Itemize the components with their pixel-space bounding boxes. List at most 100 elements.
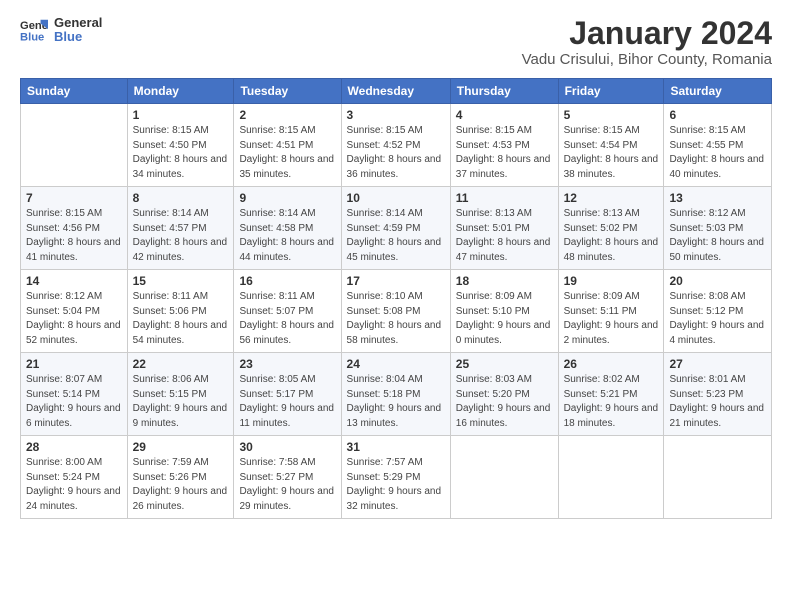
cell-week4-day4: 25Sunrise: 8:03 AM Sunset: 5:20 PM Dayli…: [450, 353, 558, 436]
cell-week5-day1: 29Sunrise: 7:59 AM Sunset: 5:26 PM Dayli…: [127, 436, 234, 519]
day-number: 28: [26, 440, 122, 454]
day-detail: Sunrise: 7:57 AM Sunset: 5:29 PM Dayligh…: [347, 456, 445, 514]
svg-text:Blue: Blue: [20, 32, 44, 44]
logo-icon: General Blue: [20, 16, 48, 44]
day-detail: Sunrise: 8:14 AM Sunset: 4:58 PM Dayligh…: [239, 207, 335, 265]
day-number: 10: [347, 191, 445, 205]
day-detail: Sunrise: 8:13 AM Sunset: 5:01 PM Dayligh…: [456, 207, 553, 265]
location-title: Vadu Crisului, Bihor County, Romania: [522, 51, 772, 68]
day-detail: Sunrise: 8:15 AM Sunset: 4:56 PM Dayligh…: [26, 207, 122, 265]
cell-week5-day4: [450, 436, 558, 519]
week-row-3: 14Sunrise: 8:12 AM Sunset: 5:04 PM Dayli…: [21, 270, 772, 353]
col-sunday: Sunday: [21, 79, 128, 104]
day-detail: Sunrise: 8:09 AM Sunset: 5:10 PM Dayligh…: [456, 290, 553, 348]
day-number: 3: [347, 108, 445, 122]
cell-week5-day0: 28 Sunrise: 8:00 AM Sunset: 5:24 PM Dayli…: [21, 436, 128, 519]
cell-week5-day5: [558, 436, 664, 519]
cell-week3-day6: 20 Sunrise: 8:08 AM Sunset: 5:12 PM Dayli…: [664, 270, 772, 353]
day-number: 19: [564, 274, 659, 288]
day-detail: Sunrise: 8:14 AM Sunset: 4:57 PM Dayligh…: [133, 207, 229, 265]
day-detail: Sunrise: 8:15 AM Sunset: 4:51 PM Dayligh…: [239, 124, 335, 182]
day-number: 2: [239, 108, 335, 122]
day-number: 21: [26, 357, 122, 371]
col-thursday: Thursday: [450, 79, 558, 104]
cell-week1-day3: 3Sunrise: 8:15 AM Sunset: 4:52 PM Daylig…: [341, 104, 450, 187]
day-number: 27: [669, 357, 766, 371]
calendar-page: General Blue General Blue January 2024 V…: [0, 0, 792, 612]
cell-week3-day1: 15 Sunrise: 8:11 AM Sunset: 5:06 PM Dayli…: [127, 270, 234, 353]
page-header: General Blue General Blue January 2024 V…: [20, 16, 772, 68]
day-detail: Sunrise: 8:11 AM Sunset: 5:06 PM Dayligh…: [133, 290, 229, 348]
day-number: 22: [133, 357, 229, 371]
cell-week1-day2: 2 Sunrise: 8:15 AM Sunset: 4:51 PM Daylig…: [234, 104, 341, 187]
day-number: 1: [133, 108, 229, 122]
logo-blue-text: Blue: [54, 30, 102, 44]
day-number: 7: [26, 191, 122, 205]
day-detail: Sunrise: 8:14 AM Sunset: 4:59 PM Dayligh…: [347, 207, 445, 265]
week-row-1: 1 Sunrise: 8:15 AM Sunset: 4:50 PM Daylig…: [21, 104, 772, 187]
col-friday: Friday: [558, 79, 664, 104]
day-number: 13: [669, 191, 766, 205]
day-detail: Sunrise: 8:08 AM Sunset: 5:12 PM Dayligh…: [669, 290, 766, 348]
day-detail: Sunrise: 8:06 AM Sunset: 5:15 PM Dayligh…: [133, 373, 229, 431]
day-detail: Sunrise: 8:02 AM Sunset: 5:21 PM Dayligh…: [564, 373, 659, 431]
day-number: 4: [456, 108, 553, 122]
cell-week2-day5: 12 Sunrise: 8:13 AM Sunset: 5:02 PM Dayli…: [558, 187, 664, 270]
day-number: 6: [669, 108, 766, 122]
day-detail: Sunrise: 8:12 AM Sunset: 5:03 PM Dayligh…: [669, 207, 766, 265]
cell-week3-day4: 18Sunrise: 8:09 AM Sunset: 5:10 PM Dayli…: [450, 270, 558, 353]
cell-week5-day3: 31 Sunrise: 7:57 AM Sunset: 5:29 PM Dayli…: [341, 436, 450, 519]
day-number: 11: [456, 191, 553, 205]
cell-week2-day1: 8 Sunrise: 8:14 AM Sunset: 4:57 PM Daylig…: [127, 187, 234, 270]
day-detail: Sunrise: 8:15 AM Sunset: 4:50 PM Dayligh…: [133, 124, 229, 182]
cell-week4-day2: 23 Sunrise: 8:05 AM Sunset: 5:17 PM Dayli…: [234, 353, 341, 436]
cell-week4-day1: 22 Sunrise: 8:06 AM Sunset: 5:15 PM Dayli…: [127, 353, 234, 436]
day-number: 20: [669, 274, 766, 288]
day-detail: Sunrise: 8:10 AM Sunset: 5:08 PM Dayligh…: [347, 290, 445, 348]
cell-week2-day6: 13 Sunrise: 8:12 AM Sunset: 5:03 PM Dayli…: [664, 187, 772, 270]
cell-week1-day6: 6 Sunrise: 8:15 AM Sunset: 4:55 PM Daylig…: [664, 104, 772, 187]
day-number: 30: [239, 440, 335, 454]
cell-week4-day5: 26 Sunrise: 8:02 AM Sunset: 5:21 PM Dayli…: [558, 353, 664, 436]
day-number: 31: [347, 440, 445, 454]
day-number: 23: [239, 357, 335, 371]
cell-week3-day0: 14Sunrise: 8:12 AM Sunset: 5:04 PM Dayli…: [21, 270, 128, 353]
cell-week5-day2: 30 Sunrise: 7:58 AM Sunset: 5:27 PM Dayli…: [234, 436, 341, 519]
col-wednesday: Wednesday: [341, 79, 450, 104]
cell-week3-day2: 16 Sunrise: 8:11 AM Sunset: 5:07 PM Dayli…: [234, 270, 341, 353]
day-detail: Sunrise: 8:15 AM Sunset: 4:55 PM Dayligh…: [669, 124, 766, 182]
day-number: 25: [456, 357, 553, 371]
cell-week2-day2: 9Sunrise: 8:14 AM Sunset: 4:58 PM Daylig…: [234, 187, 341, 270]
day-detail: Sunrise: 8:07 AM Sunset: 5:14 PM Dayligh…: [26, 373, 122, 431]
day-number: 26: [564, 357, 659, 371]
cell-week1-day5: 5Sunrise: 8:15 AM Sunset: 4:54 PM Daylig…: [558, 104, 664, 187]
cell-week4-day0: 21 Sunrise: 8:07 AM Sunset: 5:14 PM Dayli…: [21, 353, 128, 436]
day-number: 8: [133, 191, 229, 205]
week-row-5: 28 Sunrise: 8:00 AM Sunset: 5:24 PM Dayli…: [21, 436, 772, 519]
cell-week1-day4: 4Sunrise: 8:15 AM Sunset: 4:53 PM Daylig…: [450, 104, 558, 187]
cell-week5-day6: [664, 436, 772, 519]
col-tuesday: Tuesday: [234, 79, 341, 104]
day-detail: Sunrise: 8:11 AM Sunset: 5:07 PM Dayligh…: [239, 290, 335, 348]
day-detail: Sunrise: 8:01 AM Sunset: 5:23 PM Dayligh…: [669, 373, 766, 431]
day-detail: Sunrise: 8:04 AM Sunset: 5:18 PM Dayligh…: [347, 373, 445, 431]
cell-week4-day6: 27 Sunrise: 8:01 AM Sunset: 5:23 PM Dayli…: [664, 353, 772, 436]
day-number: 16: [239, 274, 335, 288]
col-saturday: Saturday: [664, 79, 772, 104]
cell-week4-day3: 24Sunrise: 8:04 AM Sunset: 5:18 PM Dayli…: [341, 353, 450, 436]
calendar-table: Sunday Monday Tuesday Wednesday Thursday…: [20, 78, 772, 519]
week-row-4: 21 Sunrise: 8:07 AM Sunset: 5:14 PM Dayli…: [21, 353, 772, 436]
day-detail: Sunrise: 8:13 AM Sunset: 5:02 PM Dayligh…: [564, 207, 659, 265]
cell-week2-day3: 10 Sunrise: 8:14 AM Sunset: 4:59 PM Dayli…: [341, 187, 450, 270]
title-area: January 2024 Vadu Crisului, Bihor County…: [522, 16, 772, 68]
cell-week3-day3: 17Sunrise: 8:10 AM Sunset: 5:08 PM Dayli…: [341, 270, 450, 353]
cell-week3-day5: 19Sunrise: 8:09 AM Sunset: 5:11 PM Dayli…: [558, 270, 664, 353]
day-detail: Sunrise: 8:00 AM Sunset: 5:24 PM Dayligh…: [26, 456, 122, 514]
month-title: January 2024: [522, 16, 772, 51]
calendar-header-row: Sunday Monday Tuesday Wednesday Thursday…: [21, 79, 772, 104]
day-detail: Sunrise: 8:12 AM Sunset: 5:04 PM Dayligh…: [26, 290, 122, 348]
day-number: 12: [564, 191, 659, 205]
day-number: 15: [133, 274, 229, 288]
day-detail: Sunrise: 8:05 AM Sunset: 5:17 PM Dayligh…: [239, 373, 335, 431]
day-detail: Sunrise: 7:58 AM Sunset: 5:27 PM Dayligh…: [239, 456, 335, 514]
